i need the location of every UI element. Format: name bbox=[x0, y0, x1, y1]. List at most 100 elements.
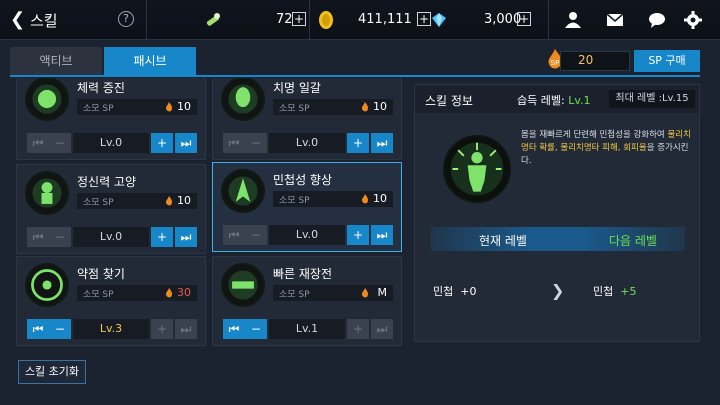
critical-skill-icon bbox=[221, 78, 265, 121]
help-icon[interactable]: ? bbox=[118, 11, 134, 27]
stamina-value: 72 bbox=[276, 12, 293, 27]
skill-card-selected[interactable]: 민첩성 향상 소모 SP 10 ⏮ − Lv.0 + ⏭ bbox=[212, 162, 402, 252]
skill-info-panel: 스킬 정보 습득 레벨: Lv.1 최대 레벨 :Lv.15 몸을 재빠르게 단… bbox=[414, 84, 700, 342]
level-compare-header: 현재 레벨 다음 레벨 bbox=[431, 227, 685, 251]
svg-text:SP: SP bbox=[551, 59, 560, 67]
buy-sp-button[interactable]: SP 구매 bbox=[634, 50, 700, 72]
cost-value: 10 bbox=[177, 100, 191, 113]
cost-value: 30 bbox=[177, 286, 191, 299]
level-min-button[interactable]: ⏮ bbox=[223, 133, 245, 153]
reset-skills-button[interactable]: 스킬 초기화 bbox=[18, 360, 86, 384]
next-stat: 민첩 +5 bbox=[593, 285, 637, 298]
level-min-button[interactable]: ⏮ bbox=[27, 227, 49, 247]
level-max-button[interactable]: ⏭ bbox=[175, 133, 197, 153]
cost-label: 소모 SP bbox=[83, 290, 114, 300]
vitality-skill-icon bbox=[25, 78, 69, 121]
level-min-button[interactable]: ⏮ bbox=[223, 225, 245, 245]
gems-value: 3,000 bbox=[484, 12, 522, 27]
agility-skill-large-icon bbox=[443, 135, 511, 203]
cost-value: 10 bbox=[373, 100, 387, 113]
skill-name: 치명 일갈 bbox=[273, 81, 321, 95]
skill-level: Lv.0 bbox=[73, 133, 149, 153]
skill-card[interactable]: 치명 일갈 소모 SP 10 ⏮ − Lv.0 + ⏭ bbox=[212, 78, 402, 160]
level-down-button[interactable]: − bbox=[49, 319, 71, 339]
reload-skill-icon bbox=[221, 263, 265, 307]
flame-icon bbox=[362, 288, 369, 298]
flame-icon bbox=[166, 196, 173, 206]
flame-icon bbox=[362, 194, 369, 204]
level-min-button[interactable]: ⏮ bbox=[223, 319, 245, 339]
divider bbox=[146, 0, 147, 40]
friends-icon[interactable] bbox=[563, 10, 583, 30]
level-up-button[interactable]: + bbox=[347, 133, 369, 153]
mail-icon[interactable] bbox=[605, 10, 625, 30]
skill-card[interactable]: 약점 찾기 소모 SP 30 ⏮ − Lv.3 + ⏭ bbox=[16, 256, 206, 346]
skill-level: Lv.0 bbox=[269, 133, 345, 153]
sp-value: 20 bbox=[578, 53, 594, 67]
top-bar: ❮ 스킬 ? 72 + 411,111 + 3,000 + bbox=[0, 0, 720, 40]
flame-icon bbox=[166, 102, 173, 112]
level-up-button[interactable]: + bbox=[347, 225, 369, 245]
gold-value: 411,111 bbox=[358, 12, 412, 27]
level-max-button[interactable]: ⏭ bbox=[371, 225, 393, 245]
skill-level: Lv.0 bbox=[73, 227, 149, 247]
skill-name: 민첩성 향상 bbox=[273, 173, 333, 187]
current-level-label: 현재 레벨 bbox=[479, 234, 527, 248]
level-max-button[interactable]: ⏭ bbox=[371, 319, 393, 339]
cost-label: 소모 SP bbox=[83, 104, 114, 114]
mental-skill-icon bbox=[25, 171, 69, 215]
skill-level: Lv.0 bbox=[269, 225, 345, 245]
skill-card[interactable]: 빠른 재장전 소모 SP M ⏮ − Lv.1 + ⏭ bbox=[212, 256, 402, 346]
page-title: 스킬 bbox=[30, 12, 58, 30]
skill-cost: 소모 SP M bbox=[273, 285, 393, 301]
level-min-button[interactable]: ⏮ bbox=[27, 133, 49, 153]
level-up-button[interactable]: + bbox=[347, 319, 369, 339]
cost-value: M bbox=[377, 286, 388, 299]
cost-value: 10 bbox=[373, 192, 387, 205]
level-down-button[interactable]: − bbox=[49, 227, 71, 247]
tab-passive-skills[interactable]: 패시브 bbox=[104, 47, 196, 75]
level-up-button[interactable]: + bbox=[151, 227, 173, 247]
skill-info-title: 스킬 정보 bbox=[425, 94, 473, 108]
sp-counter bbox=[560, 51, 630, 71]
gem-icon bbox=[432, 13, 446, 27]
skill-description: 몸을 재빠르게 단련해 민첩성을 강화하여 물리치명타 확률, 물리치명타 피해… bbox=[521, 130, 691, 166]
cost-label: 소모 SP bbox=[279, 196, 310, 206]
acquired-level: 습득 레벨: Lv.1 bbox=[517, 94, 591, 107]
skill-name: 약점 찾기 bbox=[77, 267, 125, 281]
skill-card[interactable]: 정신력 고양 소모 SP 10 ⏮ − Lv.0 + ⏭ bbox=[16, 164, 206, 254]
skill-name: 체력 증진 bbox=[77, 81, 125, 95]
cost-value: 10 bbox=[177, 194, 191, 207]
level-up-button[interactable]: + bbox=[151, 133, 173, 153]
max-level: 최대 레벨 :Lv.15 bbox=[609, 90, 695, 108]
back-icon[interactable]: ❮ bbox=[10, 9, 25, 30]
next-level-label: 다음 레벨 bbox=[609, 234, 657, 248]
skill-card[interactable]: 체력 증진 소모 SP 10 ⏮ − Lv.0 + ⏭ bbox=[16, 78, 206, 160]
skill-level: Lv.3 bbox=[73, 319, 149, 339]
divider bbox=[548, 0, 549, 40]
tab-active-skills[interactable]: 액티브 bbox=[10, 47, 102, 75]
skill-name: 빠른 재장전 bbox=[273, 267, 333, 281]
skill-cost: 소모 SP 10 bbox=[77, 193, 197, 209]
level-max-button[interactable]: ⏭ bbox=[175, 227, 197, 247]
skill-cost: 소모 SP 30 bbox=[77, 285, 197, 301]
level-down-button[interactable]: − bbox=[49, 133, 71, 153]
level-down-button[interactable]: − bbox=[245, 319, 267, 339]
skill-list[interactable]: 체력 증진 소모 SP 10 ⏮ − Lv.0 + ⏭ 치명 일갈 소모 SP 10… bbox=[10, 78, 410, 348]
level-min-button[interactable]: ⏮ bbox=[27, 319, 49, 339]
level-down-button[interactable]: − bbox=[245, 133, 267, 153]
level-up-button[interactable]: + bbox=[151, 319, 173, 339]
skill-cost: 소모 SP 10 bbox=[273, 191, 393, 207]
add-gems-button[interactable]: + bbox=[517, 12, 531, 26]
arrow-right-icon: ❯ bbox=[551, 281, 565, 300]
level-down-button[interactable]: − bbox=[245, 225, 267, 245]
skill-cost: 소모 SP 10 bbox=[273, 99, 393, 115]
flame-icon bbox=[166, 288, 173, 298]
skill-level: Lv.1 bbox=[269, 319, 345, 339]
chat-icon[interactable] bbox=[647, 10, 667, 30]
settings-gear-icon[interactable] bbox=[683, 10, 703, 30]
level-max-button[interactable]: ⏭ bbox=[175, 319, 197, 339]
skill-info-header: 스킬 정보 습득 레벨: Lv.1 최대 레벨 :Lv.15 bbox=[415, 85, 699, 113]
add-stamina-button[interactable]: + bbox=[292, 12, 306, 26]
level-max-button[interactable]: ⏭ bbox=[371, 133, 393, 153]
